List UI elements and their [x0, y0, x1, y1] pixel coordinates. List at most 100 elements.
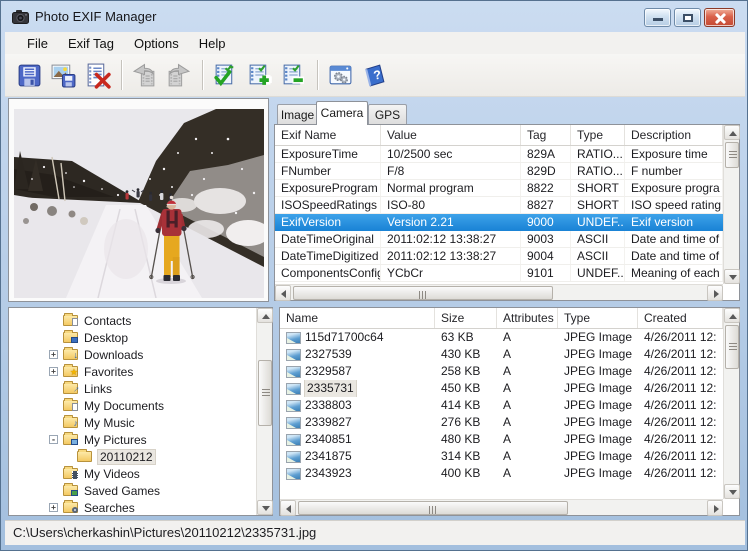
exif-row-selected[interactable]: ExifVersionVersion 2.219000UNDEF...Exif … — [275, 214, 723, 231]
tree-item-searches[interactable]: + Searches — [25, 499, 272, 516]
scroll-down-button[interactable] — [724, 269, 740, 284]
file-col-size[interactable]: Size — [435, 308, 497, 328]
folder-icon-videos — [63, 468, 78, 479]
remove-tag-icon — [280, 62, 307, 89]
tree-item-downloads[interactable]: + ↓ Downloads — [25, 346, 272, 363]
exif-col-type[interactable]: Type — [571, 125, 625, 145]
scroll-down-button[interactable] — [724, 484, 740, 499]
tab-image[interactable]: Image — [277, 104, 318, 125]
next-file-button[interactable] — [163, 59, 195, 91]
exif-row[interactable]: DateTimeOriginal2011:02:12 13:38:279003A… — [275, 231, 723, 248]
tree-item-saved-games[interactable]: Saved Games — [25, 482, 272, 499]
folder-icon-searches — [63, 502, 78, 513]
exif-row[interactable]: ExposureTime10/2500 sec829ARATIO...Expos… — [275, 146, 723, 163]
file-col-attributes[interactable]: Attributes — [497, 308, 558, 328]
file-row[interactable]: 2329587258 KBAJPEG Image4/26/2011 12: — [280, 363, 723, 380]
tree-item-20110212[interactable]: 20110212 — [25, 448, 272, 465]
file-col-name[interactable]: Name — [280, 308, 435, 328]
file-list-header: Name Size Attributes Type Created — [280, 308, 739, 329]
files-vertical-scrollbar[interactable] — [723, 308, 739, 499]
file-row[interactable]: 2343923400 KBAJPEG Image4/26/2011 12: — [280, 465, 723, 482]
scroll-up-button[interactable] — [724, 125, 740, 140]
scrollbar-thumb[interactable] — [258, 360, 272, 426]
tree-item-my-videos[interactable]: My Videos — [25, 465, 272, 482]
scrollbar-thumb[interactable] — [298, 501, 568, 515]
image-file-icon — [286, 349, 301, 361]
exif-col-tag[interactable]: Tag — [521, 125, 571, 145]
file-list-body: 115d71700c6463 KBAJPEG Image4/26/2011 12… — [280, 329, 723, 482]
folder-tree-panel: Contacts Desktop + ↓ Downloads + ★ Favor… — [8, 307, 273, 516]
exif-row[interactable]: ComponentsConfig...YCbCr9101UNDEF...Mean… — [275, 265, 723, 282]
file-col-created[interactable]: Created — [638, 308, 723, 328]
exif-vertical-scrollbar[interactable] — [723, 125, 739, 284]
file-row[interactable]: 2338803414 KBAJPEG Image4/26/2011 12: — [280, 397, 723, 414]
tree-item-contacts[interactable]: Contacts — [25, 312, 272, 329]
scroll-right-button[interactable] — [707, 500, 723, 516]
exif-col-name[interactable]: Exif Name — [275, 125, 381, 145]
file-row[interactable]: 2341875314 KBAJPEG Image4/26/2011 12: — [280, 448, 723, 465]
expand-toggle[interactable]: + — [49, 503, 58, 512]
tree-item-label: Links — [84, 382, 112, 396]
menu-options[interactable]: Options — [124, 33, 189, 54]
options-button[interactable] — [325, 59, 357, 91]
window-title: Photo EXIF Manager — [35, 9, 156, 24]
tree-item-my-music[interactable]: ♪ My Music — [25, 414, 272, 431]
scroll-up-button[interactable] — [257, 308, 273, 323]
exif-horizontal-scrollbar[interactable] — [275, 284, 723, 300]
scroll-right-button[interactable] — [707, 285, 723, 301]
tree-item-desktop[interactable]: Desktop — [25, 329, 272, 346]
scroll-down-button[interactable] — [257, 500, 273, 515]
minimize-button[interactable] — [644, 8, 671, 27]
verify-tags-button[interactable] — [210, 59, 242, 91]
scroll-left-button[interactable] — [280, 500, 296, 516]
expand-toggle[interactable]: + — [49, 350, 58, 359]
menu-exif-tag[interactable]: Exif Tag — [58, 33, 124, 54]
file-row-selected[interactable]: 2335731450 KBAJPEG Image4/26/2011 12: — [280, 380, 723, 397]
remove-tag-button[interactable] — [278, 59, 310, 91]
tree-item-my-documents[interactable]: My Documents — [25, 397, 272, 414]
expand-toggle[interactable]: - — [49, 435, 58, 444]
save-image-icon — [50, 62, 77, 89]
title-bar[interactable]: Photo EXIF Manager — [1, 1, 747, 31]
tab-camera[interactable]: Camera — [316, 101, 368, 125]
menu-file[interactable]: File — [17, 33, 58, 54]
expand-toggle[interactable]: + — [49, 367, 58, 376]
file-row[interactable]: 2327539430 KBAJPEG Image4/26/2011 12: — [280, 346, 723, 363]
file-col-type[interactable]: Type — [558, 308, 638, 328]
image-file-icon — [286, 366, 301, 378]
save-button[interactable] — [14, 59, 46, 91]
current-file-path: C:\Users\cherkashin\Pictures\20110212\23… — [13, 525, 316, 540]
file-row[interactable]: 2339827276 KBAJPEG Image4/26/2011 12: — [280, 414, 723, 431]
exif-col-description[interactable]: Description — [625, 125, 723, 145]
scrollbar-thumb[interactable] — [293, 286, 553, 300]
tree-item-links[interactable]: ↓ Links — [25, 380, 272, 397]
help-button[interactable]: ? — [359, 59, 391, 91]
files-horizontal-scrollbar[interactable] — [280, 499, 723, 515]
menu-help[interactable]: Help — [189, 33, 236, 54]
scrollbar-thumb[interactable] — [725, 142, 739, 168]
scroll-up-button[interactable] — [724, 308, 740, 323]
tree-item-favorites[interactable]: + ★ Favorites — [25, 363, 272, 380]
tree-item-my-pictures[interactable]: - My Pictures — [25, 431, 272, 448]
maximize-button[interactable] — [674, 8, 701, 27]
file-row[interactable]: 115d71700c6463 KBAJPEG Image4/26/2011 12… — [280, 329, 723, 346]
close-button[interactable] — [704, 8, 735, 27]
scroll-left-button[interactable] — [275, 285, 291, 301]
file-row[interactable]: 2340851480 KBAJPEG Image4/26/2011 12: — [280, 431, 723, 448]
add-tag-icon — [246, 62, 273, 89]
delete-exif-button[interactable] — [82, 59, 114, 91]
tab-gps[interactable]: GPS — [368, 104, 407, 125]
scrollbar-thumb[interactable] — [725, 325, 739, 369]
exif-col-value[interactable]: Value — [381, 125, 521, 145]
tree-vertical-scrollbar[interactable] — [256, 308, 272, 515]
exif-row[interactable]: ISOSpeedRatingsISO-808827SHORTISO speed … — [275, 197, 723, 214]
photo-preview-panel — [8, 98, 269, 302]
add-tag-button[interactable] — [244, 59, 276, 91]
delete-exif-icon — [84, 62, 111, 89]
exif-row[interactable]: ExposureProgramNormal program8822SHORTEx… — [275, 180, 723, 197]
exif-row[interactable]: FNumberF/8829DRATIO...F number — [275, 163, 723, 180]
save-image-button[interactable] — [48, 59, 80, 91]
folder-icon-20110212 — [77, 451, 92, 462]
exif-row[interactable]: DateTimeDigitized2011:02:12 13:38:279004… — [275, 248, 723, 265]
previous-file-button[interactable] — [129, 59, 161, 91]
